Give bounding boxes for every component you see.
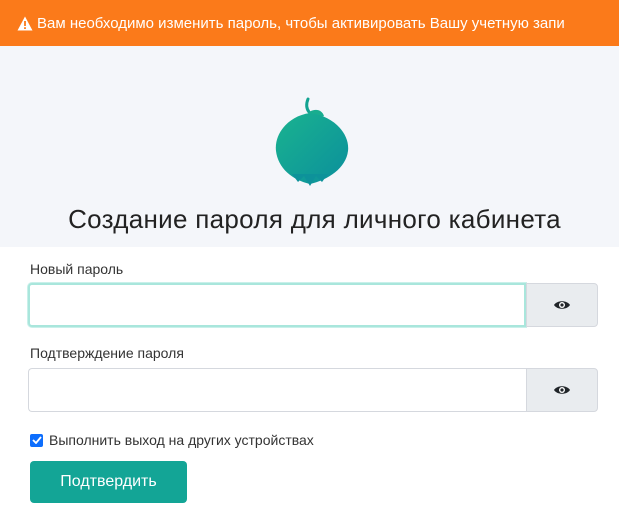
alert-banner: Вам необходимо изменить пароль, чтобы ак…: [0, 0, 619, 47]
logout-others-row: Выполнить выход на других устройствах: [30, 432, 314, 448]
checkmark-icon: [31, 436, 42, 444]
new-password-label: Новый пароль: [30, 261, 124, 277]
confirm-password-group: [28, 368, 598, 412]
new-password-input[interactable]: [28, 283, 526, 327]
new-password-toggle-button[interactable]: [526, 283, 598, 327]
warning-triangle-icon: [17, 16, 33, 30]
submit-button[interactable]: Подтвердить: [30, 461, 187, 503]
password-form: Новый пароль Подтверждение пароля Выполн…: [0, 247, 619, 525]
confirm-password-toggle-button[interactable]: [526, 368, 598, 412]
confirm-password-input[interactable]: [28, 368, 526, 412]
eye-icon: [554, 301, 570, 309]
page-header: Создание пароля для личного кабинета: [0, 46, 619, 247]
new-password-group: [28, 283, 598, 327]
alert-text: Вам необходимо изменить пароль, чтобы ак…: [37, 14, 565, 32]
page-title: Создание пароля для личного кабинета: [68, 204, 561, 234]
onion-leaf-logo: [275, 97, 349, 186]
logout-others-label[interactable]: Выполнить выход на других устройствах: [49, 432, 314, 448]
confirm-password-label: Подтверждение пароля: [30, 345, 184, 361]
logout-others-checkbox[interactable]: [30, 433, 43, 447]
eye-icon: [554, 386, 570, 394]
